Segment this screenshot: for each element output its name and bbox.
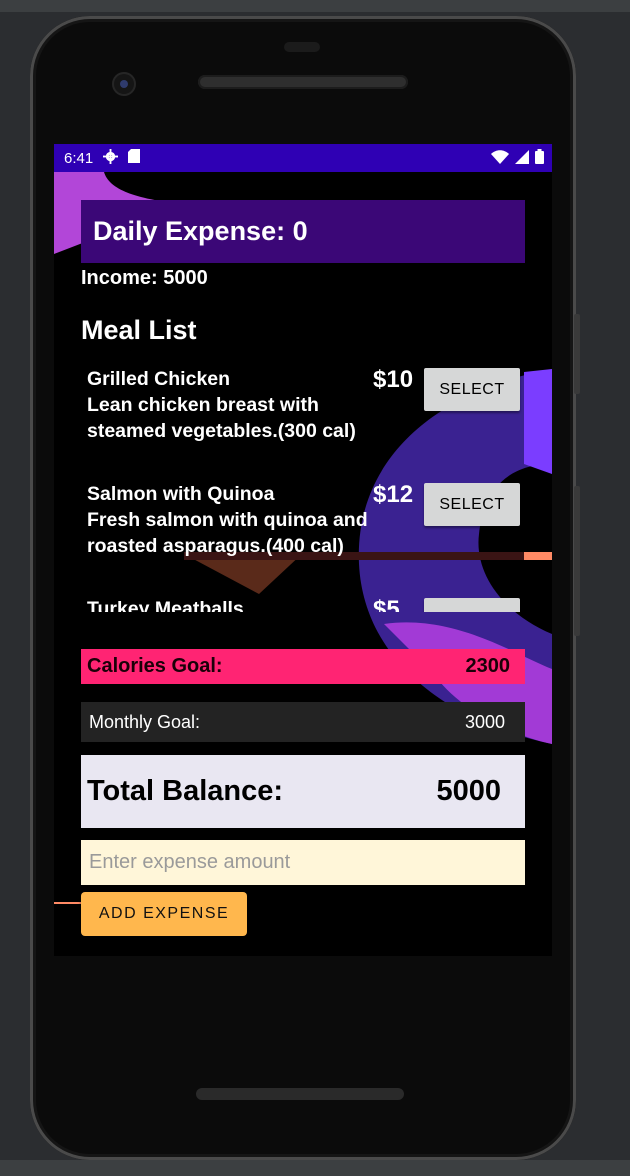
battery-icon xyxy=(535,149,544,168)
meal-price: $10 xyxy=(373,366,414,393)
meal-description: Fresh salmon with quinoa and roasted asp… xyxy=(87,509,368,557)
sd-card-icon xyxy=(128,149,141,167)
select-button[interactable]: SELECT xyxy=(424,598,520,612)
emulator-top-bar xyxy=(0,0,630,12)
wifi-icon xyxy=(491,149,509,168)
add-expense-button[interactable]: ADD EXPENSE xyxy=(81,892,247,936)
calories-goal-label: Calories Goal: xyxy=(87,655,223,677)
status-time: 6:41 xyxy=(64,149,94,167)
app-screen: 6:41 Daily Expense: 0 Income: 5000 Meal … xyxy=(54,144,552,956)
front-camera xyxy=(112,72,136,96)
volume-button[interactable] xyxy=(574,314,580,394)
select-button[interactable]: SELECT xyxy=(424,368,520,411)
meal-price: $12 xyxy=(373,481,414,508)
meal-name: Grilled Chicken xyxy=(87,368,231,390)
meal-name: Salmon with Quinoa xyxy=(87,483,275,505)
calories-goal-bar: Calories Goal: 2300 xyxy=(81,649,525,684)
meal-text: Grilled Chicken Lean chicken breast with… xyxy=(87,366,369,444)
select-button[interactable]: SELECT xyxy=(424,483,520,526)
total-balance-card: Total Balance: 5000 xyxy=(81,755,525,828)
bottom-speaker-grille xyxy=(196,1088,404,1100)
meal-list-title: Meal List xyxy=(81,315,197,345)
settings-icon xyxy=(103,148,119,168)
calories-goal-value: 2300 xyxy=(465,655,511,677)
speaker-grille xyxy=(198,75,408,89)
monthly-goal-label: Monthly Goal: xyxy=(89,711,201,732)
meal-price: $5 xyxy=(373,596,400,612)
meal-text: Turkey Meatballs xyxy=(87,596,369,612)
total-balance-label: Total Balance: xyxy=(87,775,284,807)
monthly-goal-value: 3000 xyxy=(464,711,505,732)
meal-text: Salmon with Quinoa Fresh salmon with qui… xyxy=(87,481,369,559)
decorative-line xyxy=(54,902,82,904)
daily-expense-header: Daily Expense: 0 xyxy=(81,200,525,263)
meal-name: Turkey Meatballs xyxy=(87,598,244,612)
signal-icon xyxy=(515,149,529,168)
power-button[interactable] xyxy=(574,486,580,636)
earpiece-slot xyxy=(284,42,320,52)
emulator-bottom-bar xyxy=(0,1160,630,1176)
income-label: Income: 5000 xyxy=(81,267,208,289)
meal-list[interactable]: Grilled Chicken Lean chicken breast with… xyxy=(81,366,525,612)
total-balance-value: 5000 xyxy=(436,775,501,807)
monthly-goal-bar: Monthly Goal: 3000 xyxy=(81,702,525,742)
meal-description: Lean chicken breast with steamed vegetab… xyxy=(87,394,356,442)
expense-amount-input[interactable] xyxy=(81,840,525,885)
status-bar: 6:41 xyxy=(54,144,552,172)
